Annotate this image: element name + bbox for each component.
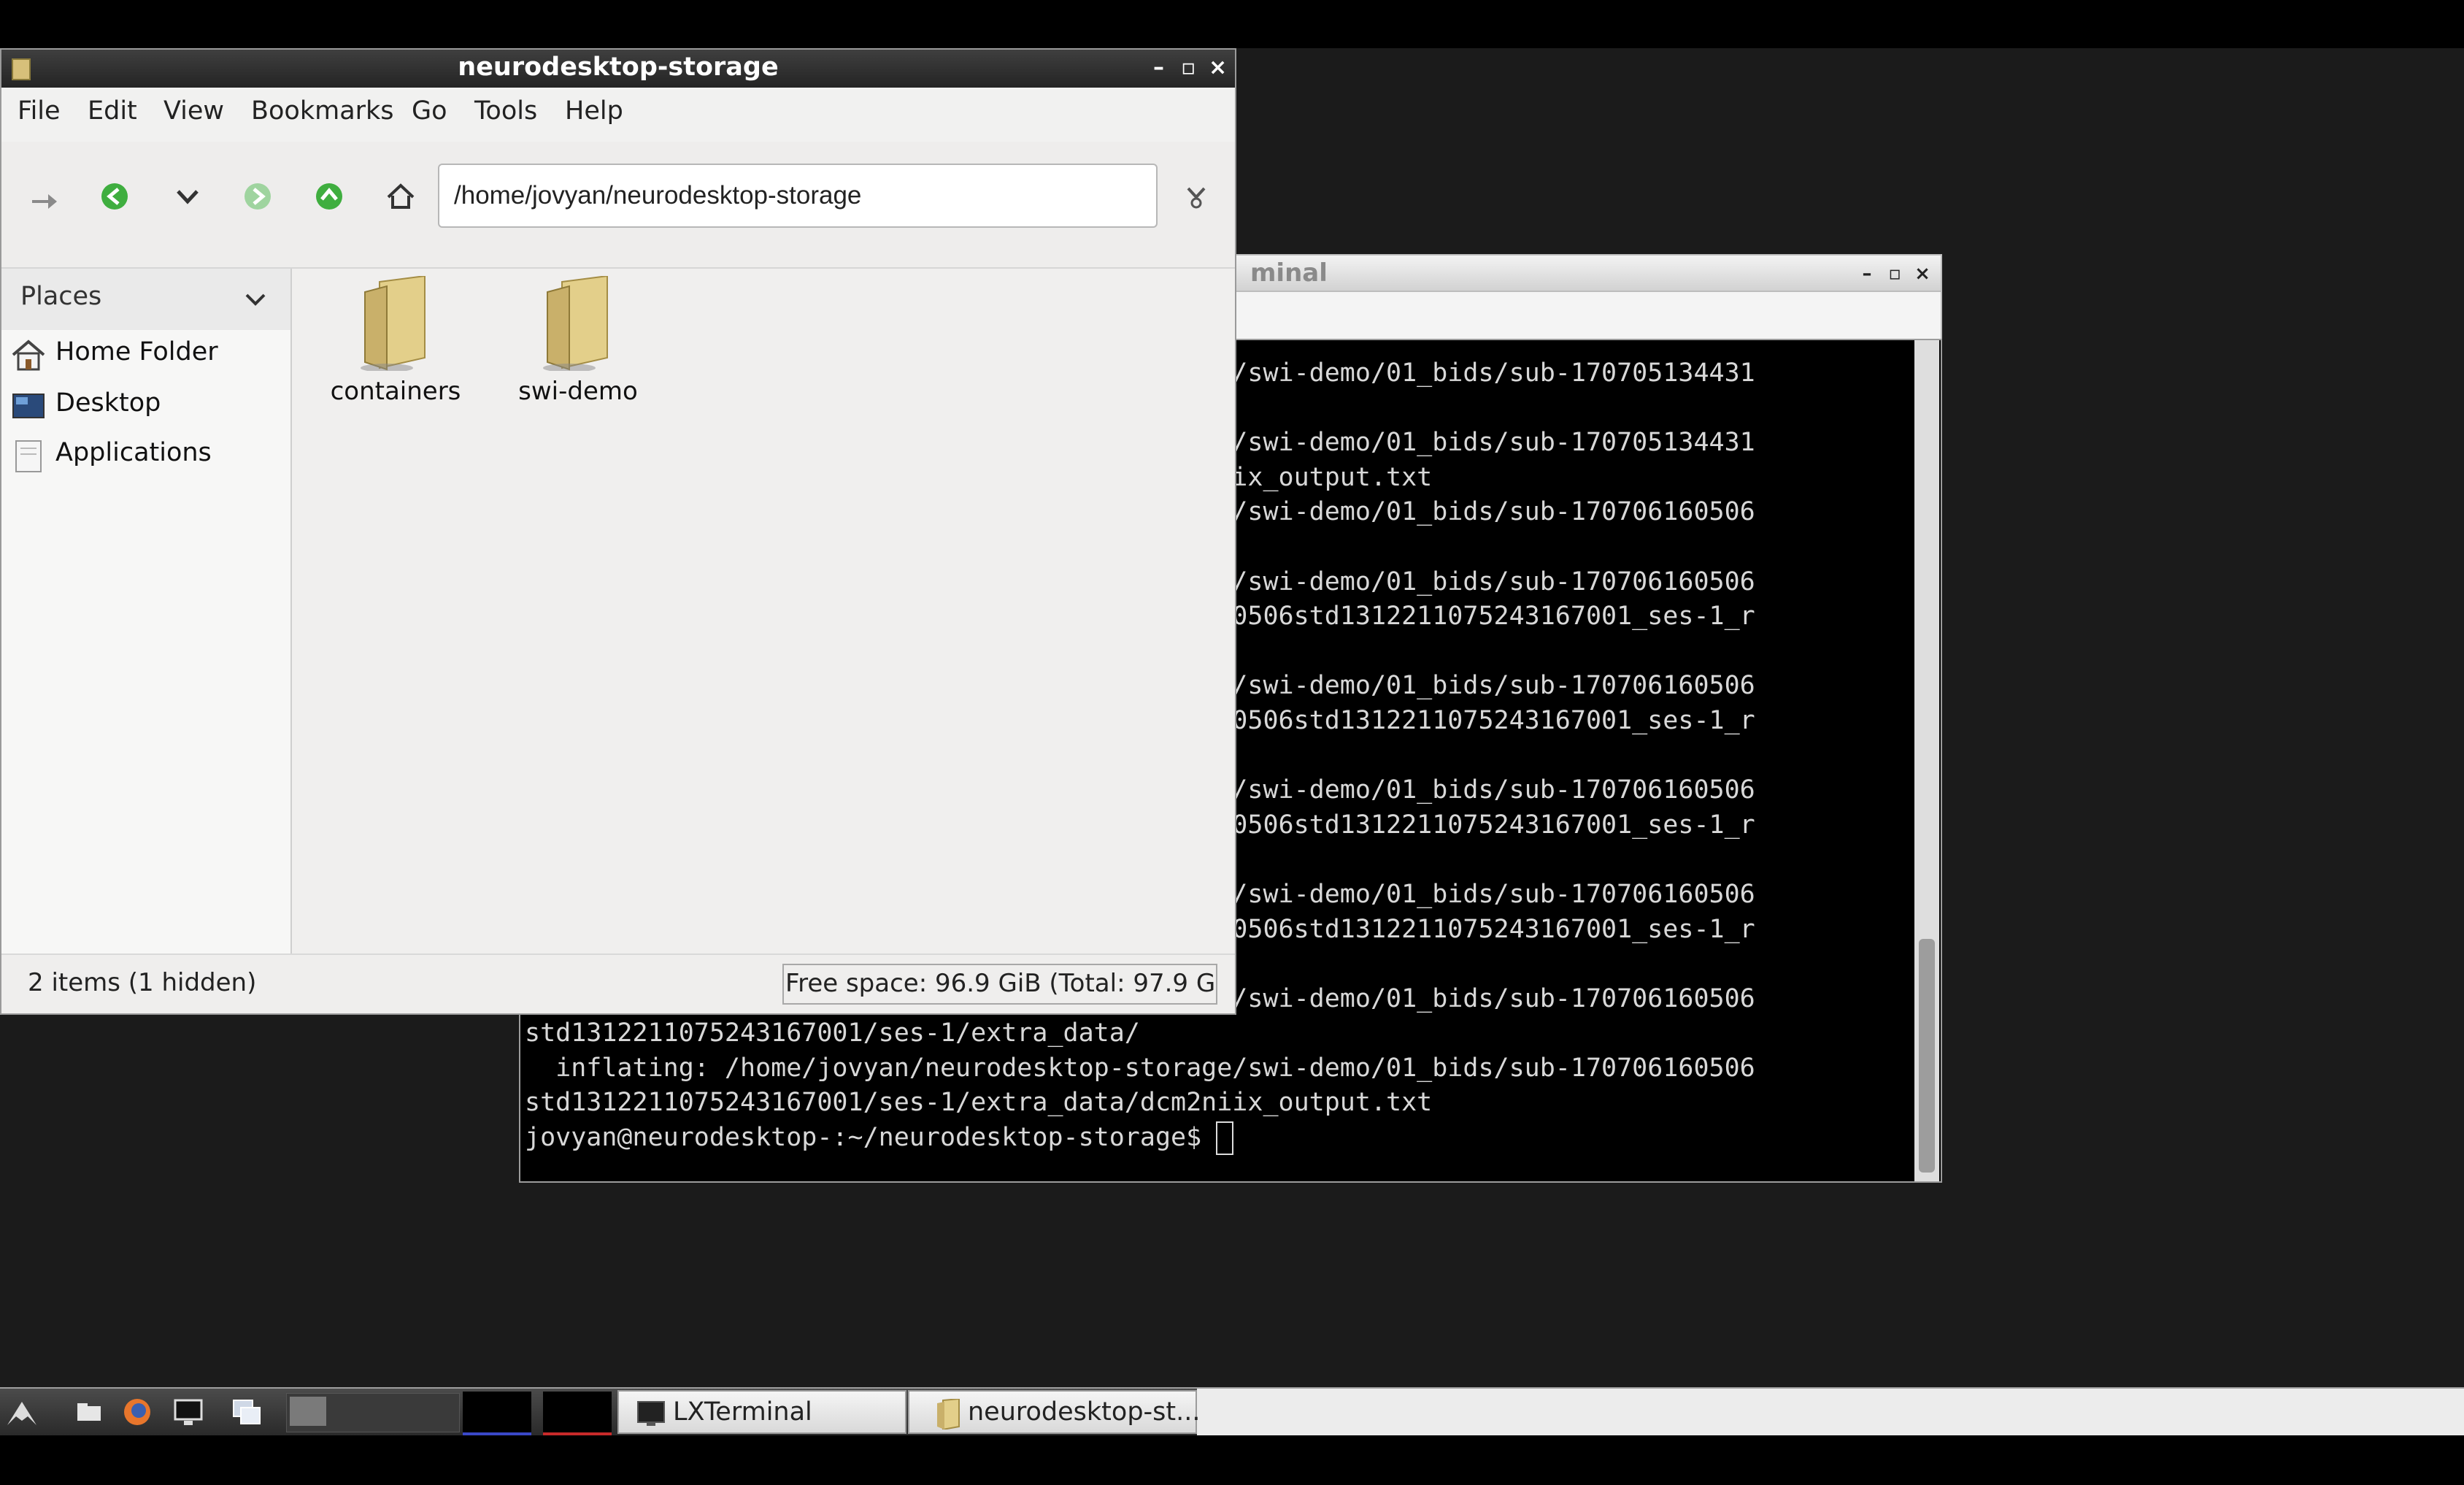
file-manager-window[interactable]: neurodesktop-storage – ▫ × File Edit Vie… [0,48,1236,1015]
folder-icon [543,276,608,371]
path-input[interactable]: /home/jovyan/neurodesktop-storage [438,164,1158,228]
go-icon[interactable] [1178,178,1214,215]
places-label: Places [20,282,102,311]
menu-tools[interactable]: Tools [474,96,537,126]
new-tab-icon[interactable] [26,178,63,215]
close-icon[interactable]: × [1913,264,1932,283]
terminal-line: inflating: /home/jovyan/neurodesktop-sto… [525,1053,1755,1083]
terminal-icon [637,1401,665,1426]
menu-view[interactable]: View [163,96,224,126]
folder-name: swi-demo [518,377,638,406]
folder-name: containers [330,377,461,406]
window-switch-icon[interactable] [231,1396,263,1428]
taskbar-item-label: neurodesktop-st... [968,1397,1201,1427]
file-manager-launcher-icon[interactable] [73,1396,105,1428]
menu-edit[interactable]: Edit [88,96,137,126]
terminal-prompt[interactable]: jovyan@neurodesktop-:~/neurodesktop-stor… [525,1121,1911,1156]
status-free-space: Free space: 96.9 GiB (Total: 97.9 GiB) [782,964,1217,1005]
folder-icon [937,1399,960,1430]
minimize-icon[interactable]: – [1153,57,1164,79]
taskbar: LXTerminal neurodesktop-st... [0,1387,2464,1435]
maximize-icon[interactable]: ▫ [1885,264,1904,283]
chevron-down-icon[interactable] [241,285,270,314]
cpu-monitor [463,1392,531,1435]
sidebar-item-label: Home Folder [55,337,218,367]
terminal-line: std1312211075243167001/ses-1/extra_data/… [525,1088,1433,1118]
firefox-icon[interactable] [121,1396,153,1428]
terminal-cursor [1216,1121,1234,1156]
up-icon[interactable] [311,178,347,215]
top-bar [0,0,2464,48]
applications-icon [15,440,42,472]
terminal-scrollbar[interactable] [1914,340,1939,1181]
workspace-pager[interactable] [286,1393,460,1432]
places-header[interactable]: Places [1,269,290,330]
home-icon [12,339,45,371]
sidebar-item-desktop[interactable]: Desktop [1,381,290,431]
minimize-icon[interactable]: – [1857,264,1876,283]
sidebar-item-label: Applications [55,438,212,467]
menu-bar: File Edit View Bookmarks Go Tools Help [1,88,1235,142]
forward-icon[interactable] [239,178,276,215]
status-bar: 2 items (1 hidden) Free space: 96.9 GiB … [1,953,1235,1013]
menu-logo-icon[interactable] [6,1396,38,1428]
folder-item-containers[interactable]: containers [323,276,469,407]
taskbar-item-label: LXTerminal [673,1397,812,1427]
toolbar: /home/jovyan/neurodesktop-storage [1,142,1235,269]
memory-monitor [543,1392,612,1435]
terminal-scroll-thumb[interactable] [1919,939,1935,1173]
desktop-icon [12,394,45,418]
file-manager-titlebar[interactable]: neurodesktop-storage – ▫ × [1,50,1235,88]
terminal-launcher-icon[interactable] [172,1396,204,1428]
home-icon[interactable] [382,178,419,215]
menu-bookmarks[interactable]: Bookmarks [251,96,394,126]
terminal-title: minal [1250,258,1328,288]
sidebar-item-home-folder[interactable]: Home Folder [1,330,290,380]
prompt-text: jovyan@neurodesktop-:~/neurodesktop-stor… [525,1123,1202,1153]
taskbar-item-neurodesktop-storage[interactable]: neurodesktop-st... [908,1390,1201,1434]
bottom-bar [0,1435,2464,1485]
places-sidebar: Places Home Folder Desktop Applications [1,269,292,953]
back-icon[interactable] [96,178,133,215]
close-icon[interactable]: × [1209,57,1227,79]
terminal-line: std1312211075243167001/ses-1/extra_data/ [525,1018,1140,1048]
folder-item-swi-demo[interactable]: swi-demo [505,276,651,407]
file-manager-title: neurodesktop-storage [458,53,779,82]
sidebar-item-applications[interactable]: Applications [1,431,290,480]
taskbar-item-lxterminal[interactable]: LXTerminal [617,1390,906,1434]
sidebar-item-label: Desktop [55,388,161,418]
status-item-count: 2 items (1 hidden) [28,968,257,997]
menu-go[interactable]: Go [412,96,447,126]
menu-file[interactable]: File [18,96,61,126]
maximize-icon[interactable]: ▫ [1181,57,1196,79]
file-list[interactable]: containers swi-demo [292,269,1235,953]
history-chevron-down-icon[interactable] [169,178,206,215]
menu-help[interactable]: Help [565,96,623,126]
folder-icon [361,276,426,371]
